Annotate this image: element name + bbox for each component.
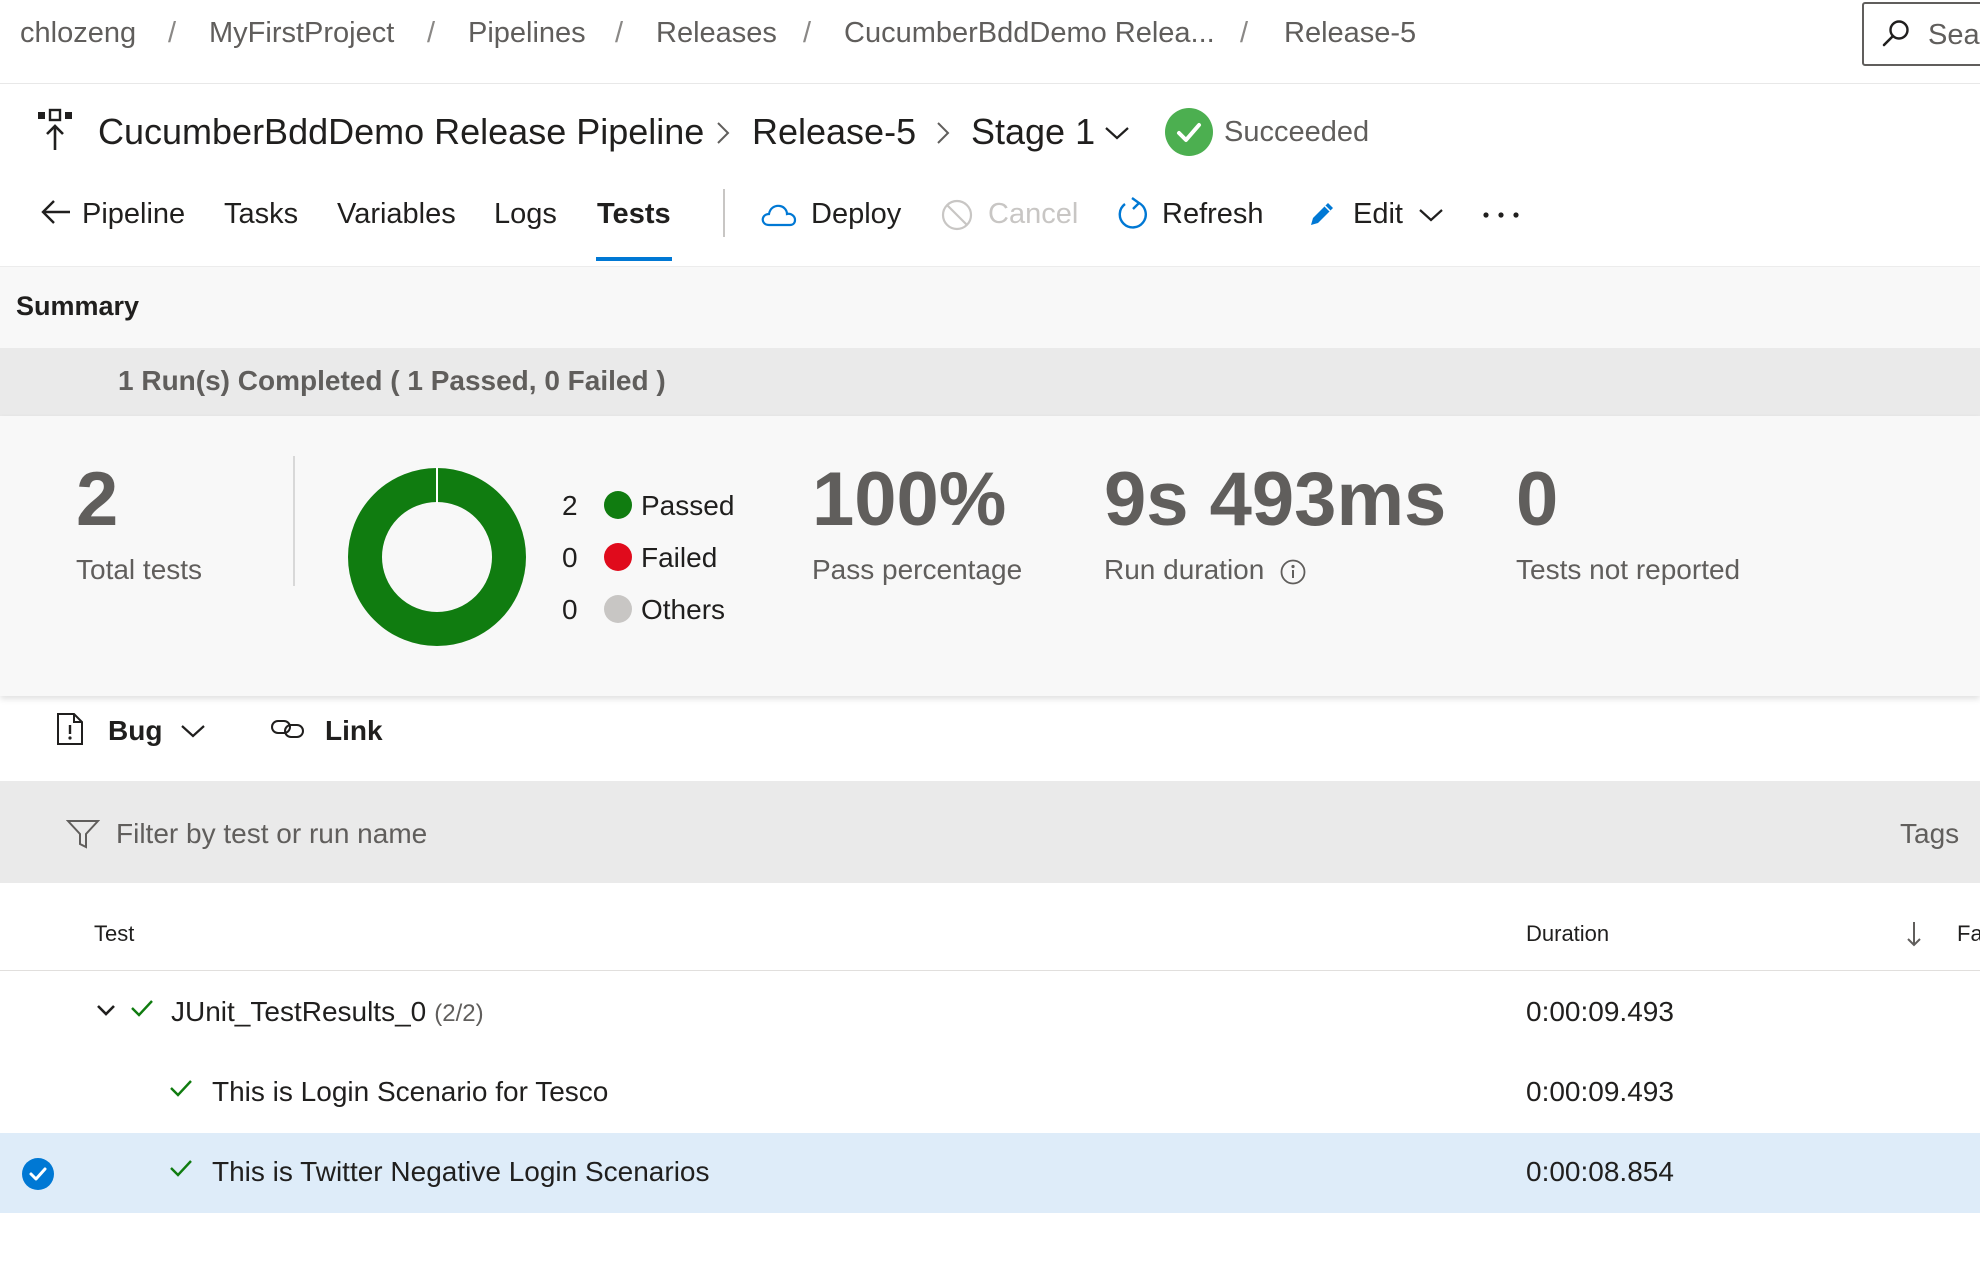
edit-label: Edit <box>1353 198 1403 230</box>
tab-tasks[interactable]: Tasks <box>224 198 298 231</box>
breadcrumb-item-pipelines[interactable]: Pipelines <box>468 17 586 50</box>
chevron-down-icon <box>180 723 206 739</box>
tests-not-reported-value: 0 <box>1516 457 1559 542</box>
pencil-icon <box>1306 198 1338 230</box>
bug-report-icon <box>56 712 84 746</box>
breadcrumb-item-release[interactable]: Release-5 <box>1284 17 1416 50</box>
link-icon <box>270 716 306 742</box>
legend-passed-dot <box>604 491 632 519</box>
passed-check-icon <box>168 1077 194 1099</box>
test-run-count: (2/2) <box>434 1000 484 1027</box>
chevron-down-icon <box>1418 207 1444 223</box>
tags-filter[interactable]: Tags <box>1900 818 1959 850</box>
summary-title: Summary <box>16 291 140 321</box>
filter-input[interactable]: Filter by test or run name <box>116 818 427 850</box>
info-icon[interactable] <box>1279 558 1307 586</box>
breadcrumb-item-release-pipeline[interactable]: CucumberBddDemo Relea... <box>844 17 1215 50</box>
more-options-icon[interactable] <box>1482 210 1520 220</box>
bug-label: Bug <box>108 715 163 746</box>
cancel-label: Cancel <box>988 198 1079 230</box>
refresh-label: Refresh <box>1162 198 1264 230</box>
legend-failed-count: 0 <box>562 542 578 573</box>
runs-completed-text: 1 Run(s) Completed ( 1 Passed, 0 Failed … <box>118 365 666 396</box>
legend-others-label: Others <box>641 594 726 625</box>
back-arrow-icon[interactable] <box>40 197 72 227</box>
breadcrumb-separator: / <box>427 17 436 49</box>
divider <box>723 189 725 237</box>
deploy-label: Deploy <box>811 198 902 230</box>
refresh-icon <box>1115 196 1149 232</box>
collapse-chevron-icon[interactable] <box>95 1003 117 1019</box>
breadcrumb: chlozeng / MyFirstProject / Pipelines / … <box>0 0 1980 84</box>
legend-passed-label: Passed <box>641 490 735 521</box>
release-pipeline-icon <box>36 108 74 152</box>
tab-tests[interactable]: Tests <box>597 198 671 231</box>
pass-percentage-label: Pass percentage <box>812 554 1023 585</box>
status-text: Succeeded <box>1224 116 1370 148</box>
chevron-right-icon <box>934 119 952 147</box>
total-tests-value: 2 <box>76 457 119 542</box>
search-label: Sear <box>1928 19 1980 51</box>
divider <box>0 970 1980 971</box>
sort-descending-icon[interactable] <box>1905 920 1923 948</box>
filter-icon <box>66 818 100 850</box>
legend-passed-count: 2 <box>562 490 578 521</box>
test-results-donut-chart <box>348 467 526 646</box>
tab-variables[interactable]: Variables <box>337 198 456 231</box>
run-duration-label: Run duration <box>1104 554 1265 585</box>
test-duration: 0:00:08.854 <box>1526 1156 1674 1187</box>
legend-others-dot <box>604 595 632 623</box>
column-header-test[interactable]: Test <box>94 921 134 947</box>
test-run-name: JUnit_TestResults_0 (2/2) <box>171 996 484 1028</box>
chevron-right-icon <box>714 119 732 147</box>
tests-not-reported-label: Tests not reported <box>1516 554 1741 585</box>
divider <box>293 456 295 586</box>
breadcrumb-separator: / <box>615 17 624 49</box>
test-run-duration: 0:00:09.493 <box>1526 996 1674 1027</box>
test-duration: 0:00:09.493 <box>1526 1076 1674 1107</box>
column-header-failing[interactable]: Fa <box>1957 921 1980 947</box>
cloud-icon <box>761 203 797 227</box>
test-name: This is Login Scenario for Tesco <box>212 1076 609 1107</box>
chevron-down-icon[interactable] <box>1104 125 1130 141</box>
run-duration-value: 9s 493ms <box>1104 457 1447 542</box>
passed-check-icon <box>129 997 155 1019</box>
passed-check-icon <box>168 1157 194 1179</box>
link-label: Link <box>325 715 383 746</box>
release-title[interactable]: Release-5 <box>752 111 916 153</box>
summary-header <box>0 266 1980 349</box>
legend-failed-dot <box>604 543 632 571</box>
breadcrumb-item-project[interactable]: MyFirstProject <box>209 17 394 50</box>
donut-slice-passed <box>348 468 526 646</box>
stage-title[interactable]: Stage 1 <box>971 111 1095 153</box>
pass-percentage-value: 100% <box>812 457 1007 542</box>
row-selected-checkbox[interactable] <box>21 1157 55 1191</box>
legend-failed-label: Failed <box>641 542 718 573</box>
breadcrumb-separator: / <box>168 17 177 49</box>
legend-others-count: 0 <box>562 594 578 625</box>
breadcrumb-item-organization[interactable]: chlozeng <box>20 17 136 50</box>
active-tab-indicator <box>596 257 672 261</box>
pipeline-title[interactable]: CucumberBddDemo Release Pipeline <box>98 111 704 153</box>
test-name: This is Twitter Negative Login Scenarios <box>212 1156 710 1187</box>
search-box[interactable]: Sear <box>1862 2 1980 66</box>
test-run-name-text: JUnit_TestResults_0 <box>171 996 427 1027</box>
total-tests-label: Total tests <box>76 554 203 585</box>
cancel-icon <box>940 198 974 232</box>
breadcrumb-item-releases[interactable]: Releases <box>656 17 777 50</box>
tab-pipeline[interactable]: Pipeline <box>82 198 185 231</box>
search-icon <box>1880 18 1912 50</box>
success-status-icon <box>1165 108 1213 156</box>
breadcrumb-separator: / <box>1240 17 1249 49</box>
tab-logs[interactable]: Logs <box>494 198 557 231</box>
column-header-duration[interactable]: Duration <box>1526 921 1609 947</box>
breadcrumb-separator: / <box>803 17 812 49</box>
